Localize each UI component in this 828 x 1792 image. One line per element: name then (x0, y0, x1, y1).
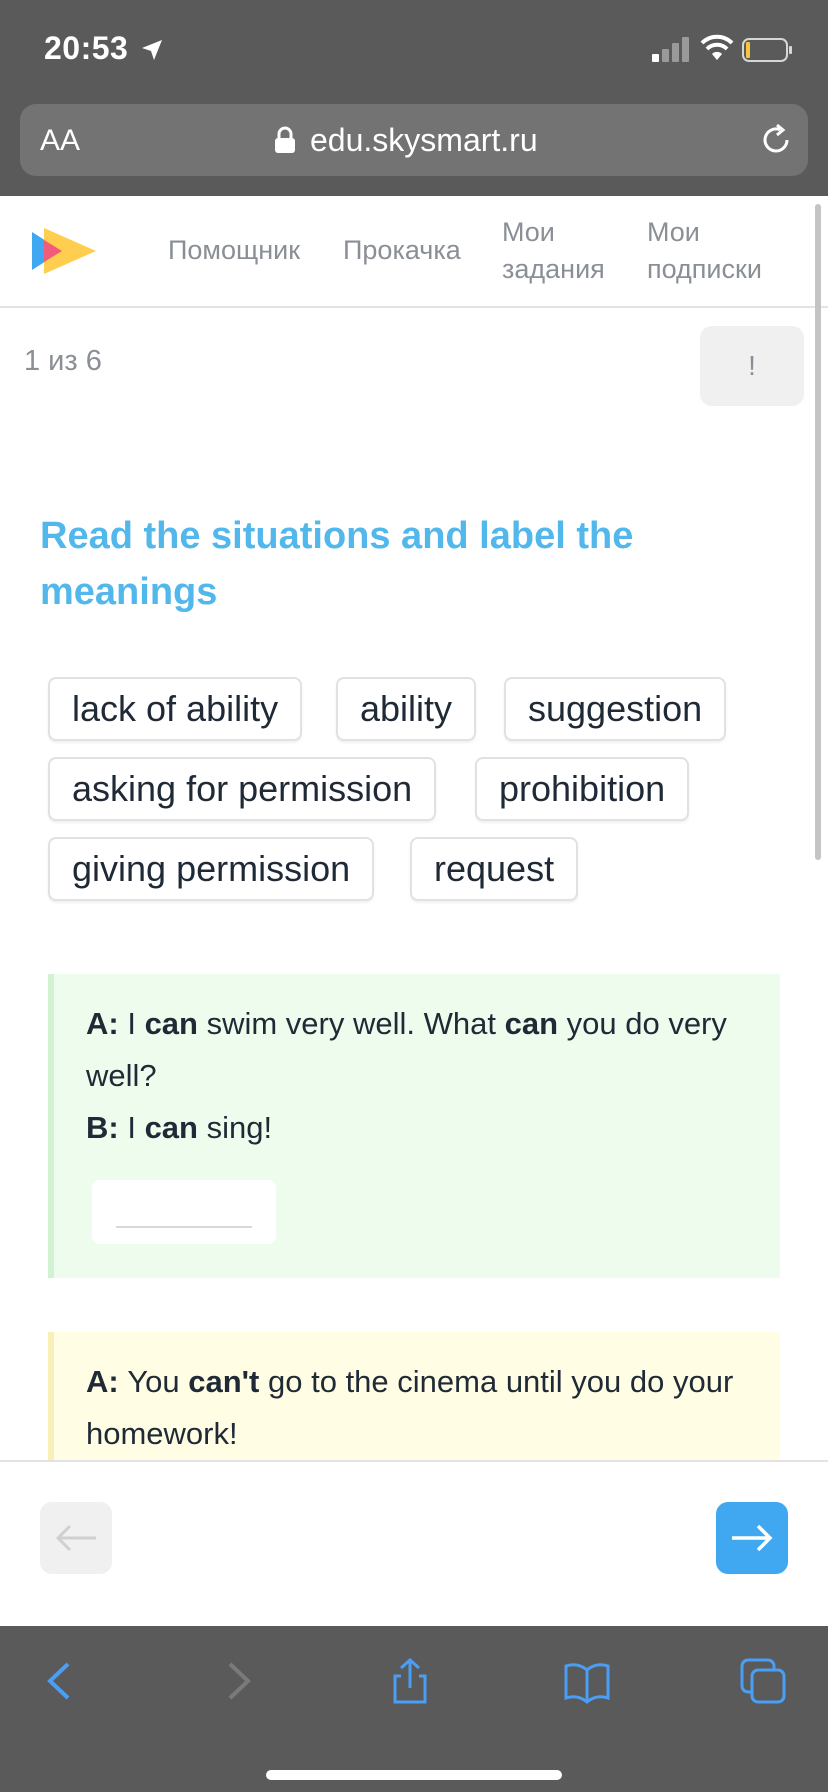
address-bar[interactable]: AA edu.skysmart.ru (20, 104, 808, 176)
report-button[interactable]: ! (700, 326, 804, 406)
task-counter: 1 из 6 (24, 345, 102, 377)
dialogue-text: swim very well. What (197, 1006, 505, 1041)
option-chip[interactable]: lack of ability (48, 677, 303, 741)
nav-training-label: Прокачка (343, 235, 461, 265)
nav-my-subscriptions-line2: подписки (647, 254, 762, 284)
share-icon[interactable] (385, 1656, 435, 1706)
answer-underline (116, 1226, 252, 1228)
nav-my-subscriptions[interactable]: Мои подписки (647, 214, 762, 288)
modal-verb: can (144, 1006, 198, 1041)
text-size-button[interactable]: AA (40, 124, 80, 158)
situation-card: A: You can't go to the cinema until you … (48, 1332, 780, 1462)
lock-icon (275, 126, 295, 153)
arrow-right-icon (732, 1524, 773, 1552)
dialogue-text: I (127, 1110, 145, 1145)
back-icon[interactable] (36, 1656, 86, 1706)
task-navigation (0, 1460, 828, 1626)
next-button[interactable] (716, 1502, 788, 1574)
tabs-icon[interactable] (738, 1656, 788, 1706)
option-chip[interactable]: request (410, 837, 579, 901)
option-chip[interactable]: ability (336, 677, 477, 741)
speaker-label: A: (86, 1006, 128, 1041)
status-bar: 20:53 (0, 0, 828, 100)
url-text[interactable]: edu.skysmart.ru (310, 122, 538, 159)
option-chip[interactable]: giving permission (48, 837, 375, 901)
arrow-left-icon (55, 1524, 96, 1552)
situation-card: A: I can swim very well. What can you do… (48, 974, 780, 1278)
answer-drop-field[interactable] (92, 1180, 276, 1244)
nav-training[interactable]: Прокачка (343, 232, 461, 269)
option-chip[interactable]: suggestion (504, 677, 727, 741)
bookmarks-icon[interactable] (562, 1656, 612, 1706)
modal-verb: can (504, 1006, 559, 1041)
nav-my-tasks[interactable]: Мои задания (502, 214, 605, 288)
speaker-label: A: (86, 1364, 128, 1399)
dialogue-line: A: You can't go to the cinema until you … (86, 1356, 766, 1460)
nav-my-tasks-line2: задания (502, 254, 605, 284)
nav-helper[interactable]: Помощник (168, 232, 300, 269)
status-time: 20:53 (44, 30, 129, 66)
forward-icon[interactable] (212, 1656, 262, 1706)
browser-bottom-toolbar (0, 1626, 828, 1792)
nav-helper-label: Помощник (168, 235, 301, 265)
location-arrow-icon (142, 40, 162, 60)
nav-my-subscriptions-line1: Мои (647, 217, 700, 247)
previous-button[interactable] (40, 1502, 112, 1574)
option-chip[interactable]: asking for permission (48, 757, 437, 821)
battery-icon (742, 38, 792, 62)
dialogue-line: B: I can sing! (86, 1102, 766, 1154)
dialogue-text: sing! (197, 1110, 273, 1145)
dialogue-text: I (127, 1006, 145, 1041)
dialogue-line: A: I can swim very well. What can you do… (86, 998, 766, 1102)
modal-verb: can't (188, 1364, 260, 1399)
site-header: Помощник Прокачка Мои задания Мои подпис… (0, 196, 828, 308)
home-indicator (266, 1770, 562, 1780)
dialogue-text: You (127, 1364, 189, 1399)
cellular-signal-icon (652, 37, 689, 62)
page-scrollbar[interactable] (815, 204, 821, 860)
modal-verb: can (144, 1110, 198, 1145)
speaker-label: B: (86, 1110, 128, 1145)
wifi-icon (700, 34, 734, 60)
nav-my-tasks-line1: Мои (502, 217, 555, 247)
browser-toolbar: AA edu.skysmart.ru (0, 100, 828, 196)
reload-icon[interactable] (758, 122, 794, 158)
option-chip[interactable]: prohibition (475, 757, 690, 821)
task-title: Read the situations and label the meanin… (40, 515, 634, 613)
skysmart-logo[interactable] (30, 226, 100, 276)
